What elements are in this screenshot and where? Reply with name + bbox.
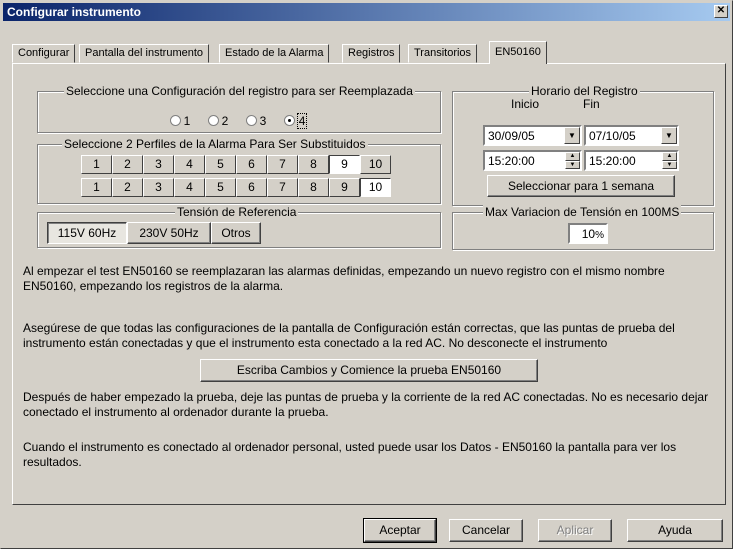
- alarm2-button-4[interactable]: 4: [174, 178, 205, 197]
- chevron-down-icon[interactable]: ▼: [661, 127, 677, 144]
- title-bar[interactable]: Configurar instrumento ✕: [3, 3, 730, 21]
- alarm1-button-5[interactable]: 5: [205, 155, 236, 174]
- radio-icon: [207, 115, 219, 126]
- alarm1-button-1[interactable]: 1: [81, 155, 112, 174]
- alarm1-button-9[interactable]: 9: [329, 155, 360, 174]
- spinner-arrows-icon[interactable]: ▲ ▼: [662, 152, 677, 169]
- alarm2-button-7[interactable]: 7: [267, 178, 298, 197]
- end-date-dropdown[interactable]: 07/10/05 ▼: [584, 125, 679, 146]
- end-time-spinner[interactable]: 15:20:00 ▲ ▼: [584, 150, 679, 171]
- voltage-230v-button[interactable]: 230V 50Hz: [127, 222, 211, 244]
- alarm2-button-8[interactable]: 8: [298, 178, 329, 197]
- radio-icon: [245, 115, 257, 126]
- write-start-test-button[interactable]: Escriba Cambios y Comience la prueba EN5…: [200, 359, 538, 382]
- alarm1-button-7[interactable]: 7: [267, 155, 298, 174]
- alarm-row-2: 1 2 3 4 5 6 7 8 9 10: [81, 178, 391, 197]
- voltage-legend: Tensión de Referencia: [175, 205, 299, 219]
- info-text-3: Después de haber empezado la prueba, dej…: [23, 390, 709, 419]
- alarm-groupbox: Seleccione 2 Perfiles de la Alarma Para …: [37, 137, 441, 204]
- voltage-otros-button[interactable]: Otros: [211, 222, 261, 244]
- close-icon[interactable]: ✕: [714, 5, 728, 18]
- tab-configurar[interactable]: Configurar: [12, 44, 76, 63]
- alarm2-button-6[interactable]: 6: [236, 178, 267, 197]
- alarm2-button-10[interactable]: 10: [360, 178, 391, 197]
- alarm-legend: Seleccione 2 Perfiles de la Alarma Para …: [62, 137, 368, 151]
- spin-down-icon[interactable]: ▼: [662, 160, 677, 169]
- alarm2-button-3[interactable]: 3: [143, 178, 174, 197]
- chevron-down-icon[interactable]: ▼: [564, 127, 580, 144]
- alarm1-button-8[interactable]: 8: [298, 155, 329, 174]
- alarm2-button-9[interactable]: 9: [329, 178, 360, 197]
- info-text-1: Al empezar el test EN50160 se reemplazar…: [23, 264, 665, 293]
- variation-input[interactable]: 10%: [568, 223, 608, 244]
- cancel-button[interactable]: Cancelar: [449, 519, 523, 542]
- schedule-legend: Horario del Registro: [529, 84, 640, 98]
- spinner-arrows-icon[interactable]: ▲ ▼: [565, 152, 580, 169]
- config-radio-4[interactable]: 4: [283, 113, 308, 129]
- info-text-4: Cuando el instrumento es conectado al or…: [23, 440, 677, 469]
- variation-groupbox: Max Variacion de Tensión en 100MS 10%: [452, 205, 714, 250]
- tab-pantalla-instrumento[interactable]: Pantalla del instrumento: [79, 44, 210, 63]
- alarm1-button-10[interactable]: 10: [360, 155, 391, 174]
- config-radio-3[interactable]: 3: [245, 114, 266, 128]
- tab-transitorios[interactable]: Transitorios: [408, 44, 478, 63]
- alarm2-button-2[interactable]: 2: [112, 178, 143, 197]
- start-time-spinner[interactable]: 15:20:00 ▲ ▼: [483, 150, 582, 171]
- voltage-groupbox: Tensión de Referencia 115V 60Hz 230V 50H…: [37, 205, 441, 248]
- start-date-dropdown[interactable]: 30/09/05 ▼: [483, 125, 582, 146]
- radio-checked-icon: [283, 115, 295, 126]
- config-radio-1[interactable]: 1: [169, 114, 190, 128]
- radio-icon: [169, 115, 181, 126]
- window-title: Configurar instrumento: [7, 5, 141, 19]
- alarm1-button-6[interactable]: 6: [236, 155, 267, 174]
- select-one-week-button[interactable]: Seleccionar para 1 semana: [487, 175, 675, 197]
- alarm1-button-4[interactable]: 4: [174, 155, 205, 174]
- config-radio-2[interactable]: 2: [207, 114, 228, 128]
- tab-estado-alarma[interactable]: Estado de la Alarma: [219, 44, 330, 63]
- tab-registros[interactable]: Registros: [342, 44, 401, 63]
- help-button[interactable]: Ayuda: [627, 519, 723, 542]
- start-label: Inicio: [511, 97, 540, 111]
- alarm-row-1: 1 2 3 4 5 6 7 8 9 10: [81, 155, 391, 174]
- voltage-115v-button[interactable]: 115V 60Hz: [47, 222, 127, 244]
- tab-en50160[interactable]: EN50160: [489, 41, 547, 64]
- schedule-groupbox: Horario del Registro Inicio Fin 30/09/05…: [452, 84, 714, 206]
- apply-button[interactable]: Aplicar: [538, 519, 612, 542]
- alarm1-button-2[interactable]: 2: [112, 155, 143, 174]
- alarm2-button-1[interactable]: 1: [81, 178, 112, 197]
- spin-down-icon[interactable]: ▼: [565, 160, 580, 169]
- config-groupbox: Seleccione una Configuración del registr…: [37, 84, 441, 133]
- tab-panel-en50160: Seleccione una Configuración del registr…: [12, 63, 726, 505]
- spin-up-icon[interactable]: ▲: [662, 152, 677, 161]
- config-legend: Seleccione una Configuración del registr…: [64, 84, 415, 98]
- variation-legend: Max Variacion de Tensión en 100MS: [483, 205, 682, 219]
- alarm1-button-3[interactable]: 3: [143, 155, 174, 174]
- spin-up-icon[interactable]: ▲: [565, 152, 580, 161]
- end-label: Fin: [583, 97, 600, 111]
- config-radio-group: 1 2 3 4: [38, 113, 440, 129]
- ok-button[interactable]: Aceptar: [363, 518, 437, 543]
- alarm2-button-5[interactable]: 5: [205, 178, 236, 197]
- info-text-2: Asegúrese de que todas las configuracion…: [23, 321, 675, 350]
- dialog-window: Configurar instrumento ✕ Configurar Pant…: [0, 0, 733, 549]
